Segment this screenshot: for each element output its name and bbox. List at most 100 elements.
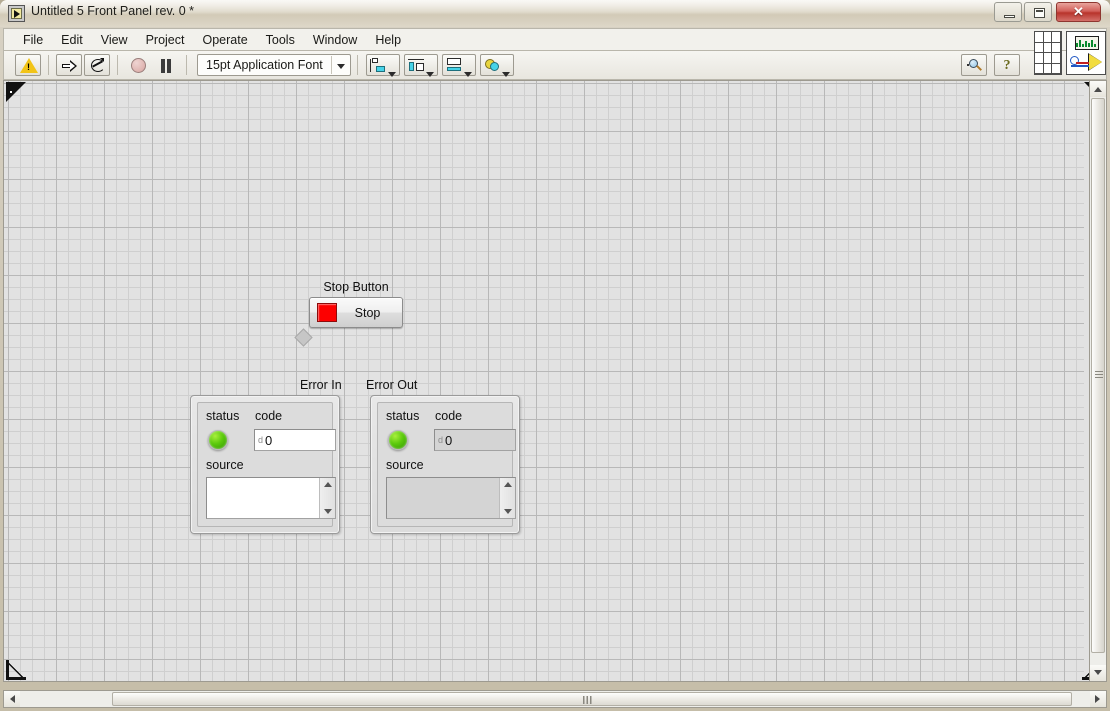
toolbar-separator [356,55,358,75]
run-continuously-icon [89,58,106,73]
stop-button-led [317,303,337,322]
scroll-up-icon[interactable] [504,482,512,487]
horizontal-scroll-grip [583,696,592,704]
horizontal-scrollbar[interactable] [3,690,1107,708]
scroll-down-icon[interactable] [324,509,332,514]
error-in-code-label: code [255,409,283,423]
panel-grid [4,81,1084,681]
menu-help[interactable]: Help [366,31,410,49]
vi-icon-triangle [1089,54,1102,70]
menu-window[interactable]: Window [304,31,366,49]
vertical-scroll-grip [1095,371,1103,380]
error-in-source-text[interactable] [207,478,319,518]
error-out-cluster[interactable]: status code d 0 source [370,395,520,534]
abort-stop-icon [131,58,146,73]
align-icon-part [371,58,378,63]
vi-icon-display[interactable] [1066,31,1106,75]
window-title: Untitled 5 Front Panel rev. 0 * [31,4,195,18]
stop-button-text: Stop [354,305,381,320]
abort-execution-button[interactable] [125,54,151,76]
stop-button-group: Stop Button Stop [309,280,403,328]
stop-button[interactable]: Stop [309,297,403,328]
error-out-status-led [388,430,408,450]
error-out-code-value: 0 [445,432,453,448]
error-in-status-led[interactable] [208,430,228,450]
resize-objects-button[interactable] [441,54,476,77]
error-in-label: Error In [300,378,342,392]
close-button[interactable]: ✕ [1056,2,1101,22]
run-continuously-button[interactable] [84,54,110,76]
error-in-status-label: status [206,409,240,423]
panel-corner-bottom-left [6,658,28,680]
vertical-scroll-thumb[interactable] [1091,98,1105,653]
menu-edit[interactable]: Edit [52,31,92,49]
toolbar-separator [48,55,49,75]
maximize-icon [1034,8,1045,18]
scroll-up-button[interactable] [1090,81,1106,97]
toolbar: 15pt Application Font [3,50,1107,80]
scroll-down-button[interactable] [1090,665,1106,681]
error-in-source-label: source [206,458,244,472]
distribute-icon-axis [407,59,424,60]
error-out-status-label: status [386,409,420,423]
error-out-code-field: d 0 [434,429,516,451]
reorder-icon-part [489,62,499,71]
scroll-down-icon[interactable] [504,509,512,514]
title-bar: Untitled 5 Front Panel rev. 0 * ✕ [0,0,1110,27]
error-out-code-label: code [435,409,463,423]
scroll-right-button[interactable] [1090,691,1106,707]
context-help-button[interactable]: ? [994,54,1020,76]
horizontal-scroll-thumb[interactable] [112,692,1072,706]
scroll-up-icon[interactable] [324,482,332,487]
stop-button-label: Stop Button [323,280,389,294]
vertical-scrollbar[interactable] [1089,80,1107,682]
menu-project[interactable]: Project [137,31,194,49]
menu-tools[interactable]: Tools [257,31,304,49]
menu-view[interactable]: View [92,31,137,49]
distribute-objects-button[interactable] [403,54,438,77]
menu-bar: File Edit View Project Operate Tools Win… [3,28,1107,50]
pause-icon [161,59,172,73]
error-out-source-label: source [386,458,424,472]
panel-corner-top-left [6,82,28,104]
list-errors-button[interactable] [15,54,41,76]
align-icon-axis [369,59,371,72]
vi-icon-wire-red [1076,62,1089,64]
labview-front-panel-window: Untitled 5 Front Panel rev. 0 * ✕ File E… [0,0,1110,711]
error-out-code-radix: d [438,435,444,445]
front-panel-canvas[interactable]: Stop Button Stop Error In status code d … [3,80,1107,682]
run-button[interactable] [56,54,82,76]
reorder-objects-button[interactable] [479,54,514,77]
error-in-code-radix: d [258,435,264,445]
error-in-cluster-inner: status code d 0 source [197,402,336,527]
error-in-source-scrollbar[interactable] [319,478,335,518]
font-selector[interactable]: 15pt Application Font [197,54,351,76]
error-in-cluster[interactable]: status code d 0 source [190,395,340,534]
resize-icon-part [446,67,461,71]
error-out-source-scrollbar[interactable] [499,478,515,518]
minimize-button[interactable] [994,2,1022,22]
search-button[interactable] [961,54,987,76]
maximize-button[interactable] [1024,2,1052,22]
error-in-code-value: 0 [265,432,273,448]
error-in-code-field[interactable]: d 0 [254,429,336,451]
error-out-source-text [387,478,499,518]
font-selector-chevron-down-icon[interactable] [332,56,350,74]
vi-icon-waveform [1076,39,1098,47]
distribute-icon-part [408,62,414,71]
vi-icon-wire-blue [1071,65,1089,67]
error-in-source-field[interactable] [206,477,336,519]
align-icon-part [375,66,385,72]
align-objects-button[interactable] [365,54,400,77]
scroll-left-button[interactable] [4,691,20,707]
error-out-label: Error Out [366,378,418,392]
menu-file[interactable]: File [14,31,52,49]
menu-operate[interactable]: Operate [193,31,256,49]
search-icon [967,58,983,74]
pause-button[interactable] [153,54,179,76]
vi-icon-arrow [14,10,20,18]
error-out-cluster-inner: status code d 0 source [377,402,516,527]
question-mark-icon: ? [1003,58,1011,73]
connector-pane[interactable] [1034,31,1062,75]
distribute-icon-part [415,63,424,71]
